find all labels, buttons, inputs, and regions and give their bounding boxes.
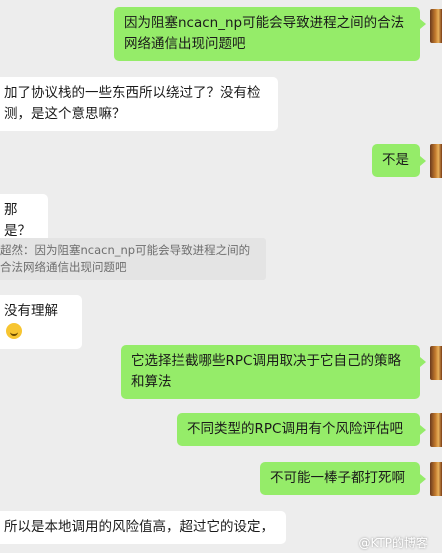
message-outgoing[interactable]: 因为阻塞ncacn_np可能会导致进程之间的合法网络通信出现问题吧: [114, 7, 426, 61]
message-text: 因为阻塞ncacn_np可能会导致进程之间的合法网络通信出现问题吧: [124, 15, 405, 52]
message-text: 那是？: [4, 202, 31, 239]
user-avatar[interactable]: [430, 413, 442, 447]
message-outgoing[interactable]: 不是: [372, 144, 426, 177]
message-text: 它选择拦截哪些RPC调用取决于它自己的策略和算法: [131, 353, 401, 390]
message-incoming[interactable]: 没有理解: [0, 295, 82, 349]
message-text: 不同类型的RPC调用有个风险评估吧: [187, 421, 403, 437]
message-incoming[interactable]: 所以是本地调用的风险值高，超过它的设定，: [0, 511, 286, 544]
message-outgoing[interactable]: 不可能一棒子都打死啊: [260, 462, 426, 495]
message-text: 没有理解: [4, 303, 58, 319]
user-avatar[interactable]: [430, 346, 442, 380]
user-avatar[interactable]: [430, 9, 442, 43]
message-text: 所以是本地调用的风险值高，超过它的设定，: [4, 519, 274, 535]
message-text: 不可能一棒子都打死啊: [270, 470, 405, 486]
message-outgoing[interactable]: 不同类型的RPC调用有个风险评估吧: [177, 413, 426, 446]
quoted-message-text: 超然：因为阻塞ncacn_np可能会导致进程之间的合法网络通信出现问题吧: [0, 243, 251, 274]
user-avatar[interactable]: [430, 462, 442, 496]
quoted-message[interactable]: 超然：因为阻塞ncacn_np可能会导致进程之间的合法网络通信出现问题吧: [0, 238, 266, 280]
user-avatar[interactable]: [430, 144, 442, 178]
message-text: 加了协议栈的一些东西所以绕过了？没有检测，是这个意思嘛？: [4, 85, 261, 122]
message-incoming[interactable]: 加了协议栈的一些东西所以绕过了？没有检测，是这个意思嘛？: [0, 77, 278, 131]
watermark: @KTP的博客: [358, 536, 428, 550]
embarrassed-smile-icon: [6, 323, 22, 339]
message-outgoing[interactable]: 它选择拦截哪些RPC调用取决于它自己的策略和算法: [121, 345, 426, 399]
message-text: 不是: [382, 152, 409, 168]
